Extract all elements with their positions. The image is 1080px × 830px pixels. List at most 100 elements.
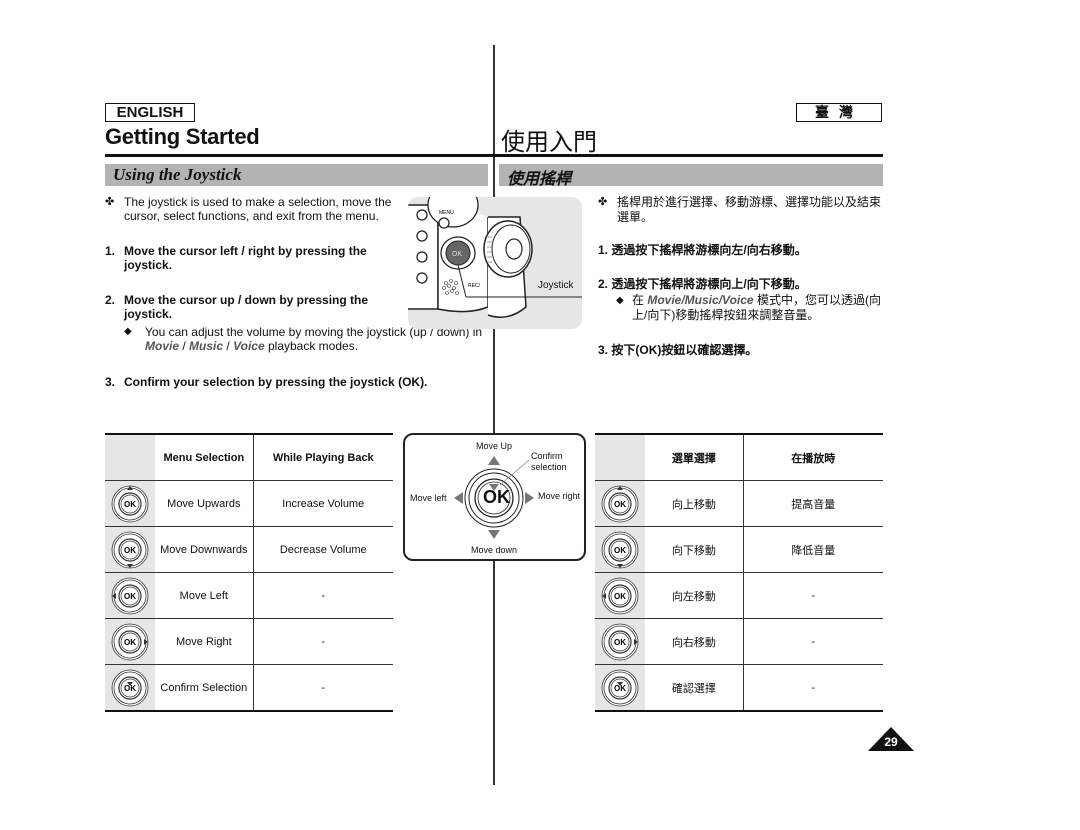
joystick-icon-drawing: OK [601,577,639,614]
playback-action: - [743,664,883,712]
menu-action: Confirm Selection [155,664,254,712]
playback-action: 降低音量 [743,526,883,573]
english-step-2: 2. Move the cursor up / down by pressing… [105,293,405,321]
joystick-icon-drawing: OK [111,531,149,568]
mode-music: Music [189,339,224,353]
joystick-table-chinese: 選單選擇 在播放時 OK 向上移動 提高音量 OK 向下移動 降低音量 OK 向… [595,433,883,712]
page-number: 29 [884,735,898,749]
ok-label: OK [483,487,510,507]
playback-action: - [253,664,393,712]
chinese-step-1: 1. 透過按下搖桿將游標向左/向右移動。 [598,243,807,258]
header-icon-cell [595,433,646,481]
joystick-icon-drawing: OK [111,485,149,522]
header-icon-cell [105,433,156,481]
label-confirm-selection: Confirm selection [531,451,567,472]
header-menu-selection: 選單選擇 [645,433,744,481]
joystick-left-icon: OK [105,572,156,619]
page-title-chinese: 使用入門 [501,129,597,156]
english-intro: ✤ The joystick is used to make a selecti… [105,195,405,223]
table-row: OK 向左移動 - [595,572,883,619]
note-suffix: playback modes. [264,339,359,353]
chinese-step-3: 3. 按下(OK)按鈕以確認選擇。 [598,343,757,358]
step-text: 透過按下搖桿將游標向左/向右移動。 [611,243,807,257]
language-tag-taiwan: 臺灣 [796,103,882,122]
playback-action: Decrease Volume [253,526,393,573]
menu-action: 向下移動 [645,526,744,573]
label-move-right: Move right [538,491,581,501]
joystick-down-icon: OK [595,526,646,573]
arrow-left-icon [454,492,463,504]
menu-action: 向右移動 [645,618,744,665]
joystick-icon-drawing: OK [111,623,149,660]
joystick-icon-drawing: OK [111,577,149,614]
title-rule [105,154,883,157]
clover-bullet-icon: ✤ [105,196,115,208]
camcorder-drawing: MENU OK REC/ [408,197,582,318]
menu-button-label: MENU [439,210,454,216]
diamond-bullet-icon: ◆ [616,295,624,306]
step-text: 透過按下搖桿將游標向上/向下移動。 [611,277,807,291]
arrow-right-icon [525,492,534,504]
joystick-down-icon: OK [105,526,156,573]
joystick-callout-label: Joystick [538,280,574,291]
menu-action: Move Upwards [155,480,254,527]
step-text: 按下(OK)按鈕以確認選擇。 [611,343,758,357]
english-intro-text: The joystick is used to make a selection… [124,195,392,223]
joystick-left-icon: OK [595,572,646,619]
chinese-volume-note: ◆ 在 Movie/Music/Voice 模式中，您可以透過(向上/向下)移動… [616,293,886,323]
header-while-playing: 在播放時 [743,433,883,481]
table-row: OK Move Downwards Decrease Volume [105,526,393,573]
step-number: 2. [598,277,609,291]
step-text: Move the cursor left / right by pressing… [124,244,367,272]
joystick-right-icon: OK [105,618,156,665]
step-number: 1. [105,244,116,258]
chinese-intro-text: 搖桿用於進行選擇、移動游標、選擇功能以及結束選單。 [617,195,882,224]
joystick-icon-drawing: OK [601,669,639,706]
section-header-chinese: 使用搖桿 [499,164,883,188]
english-step-1: 1. Move the cursor left / right by press… [105,244,395,272]
section-title-chinese: 使用搖桿 [507,171,572,188]
page-number-badge: 29 [868,727,914,751]
table-row: OK 確認選擇 - [595,664,883,712]
playback-action: - [743,572,883,619]
chinese-intro: ✤ 搖桿用於進行選擇、移動游標、選擇功能以及結束選單。 [598,195,888,225]
step-number: 1. [598,243,609,257]
joystick-icon-drawing: OK [601,531,639,568]
joystick-icon-drawing: OK [111,669,149,706]
joystick-up-icon: OK [105,480,156,527]
english-step-3: 3. Confirm your selection by pressing th… [105,375,485,389]
svg-text:OK: OK [614,500,626,509]
svg-text:OK: OK [124,592,136,601]
table-row: OK Confirm Selection - [105,664,393,712]
section-header-english: Using the Joystick [105,164,488,186]
step-text: Confirm your selection by pressing the j… [124,375,428,389]
arrow-down-icon [488,530,500,539]
camcorder-illustration: MENU OK REC/ [408,197,582,329]
clover-bullet-icon: ✤ [598,196,608,208]
playback-action: - [743,618,883,665]
mode-separator: / [179,339,190,353]
diamond-bullet-icon: ◆ [124,326,132,337]
svg-text:OK: OK [614,638,626,647]
step-number: 3. [105,375,116,389]
mode-movie: Movie [145,339,180,353]
page-title-english: Getting Started [105,124,260,149]
joystick-icon-drawing: OK [601,623,639,660]
svg-text:OK: OK [614,546,626,555]
menu-action: Move Left [155,572,254,619]
playback-action: 提高音量 [743,480,883,527]
language-tag-english: ENGLISH [105,103,195,122]
joystick-direction-diagram: Move Up Confirm selection Move left Move… [403,433,586,561]
mode-names: Movie/Music/Voice [647,293,754,307]
playback-action: - [253,572,393,619]
menu-action: Move Right [155,618,254,665]
svg-text:OK: OK [124,546,136,555]
step-number: 3. [598,343,609,357]
svg-text:OK: OK [614,592,626,601]
joystick-press-icon: OK [105,664,156,712]
joystick-press-icon: OK [595,664,646,712]
table-row: OK Move Upwards Increase Volume [105,480,393,527]
joystick-right-icon: OK [595,618,646,665]
label-move-up: Move Up [476,441,513,451]
playback-action: Increase Volume [253,480,393,527]
